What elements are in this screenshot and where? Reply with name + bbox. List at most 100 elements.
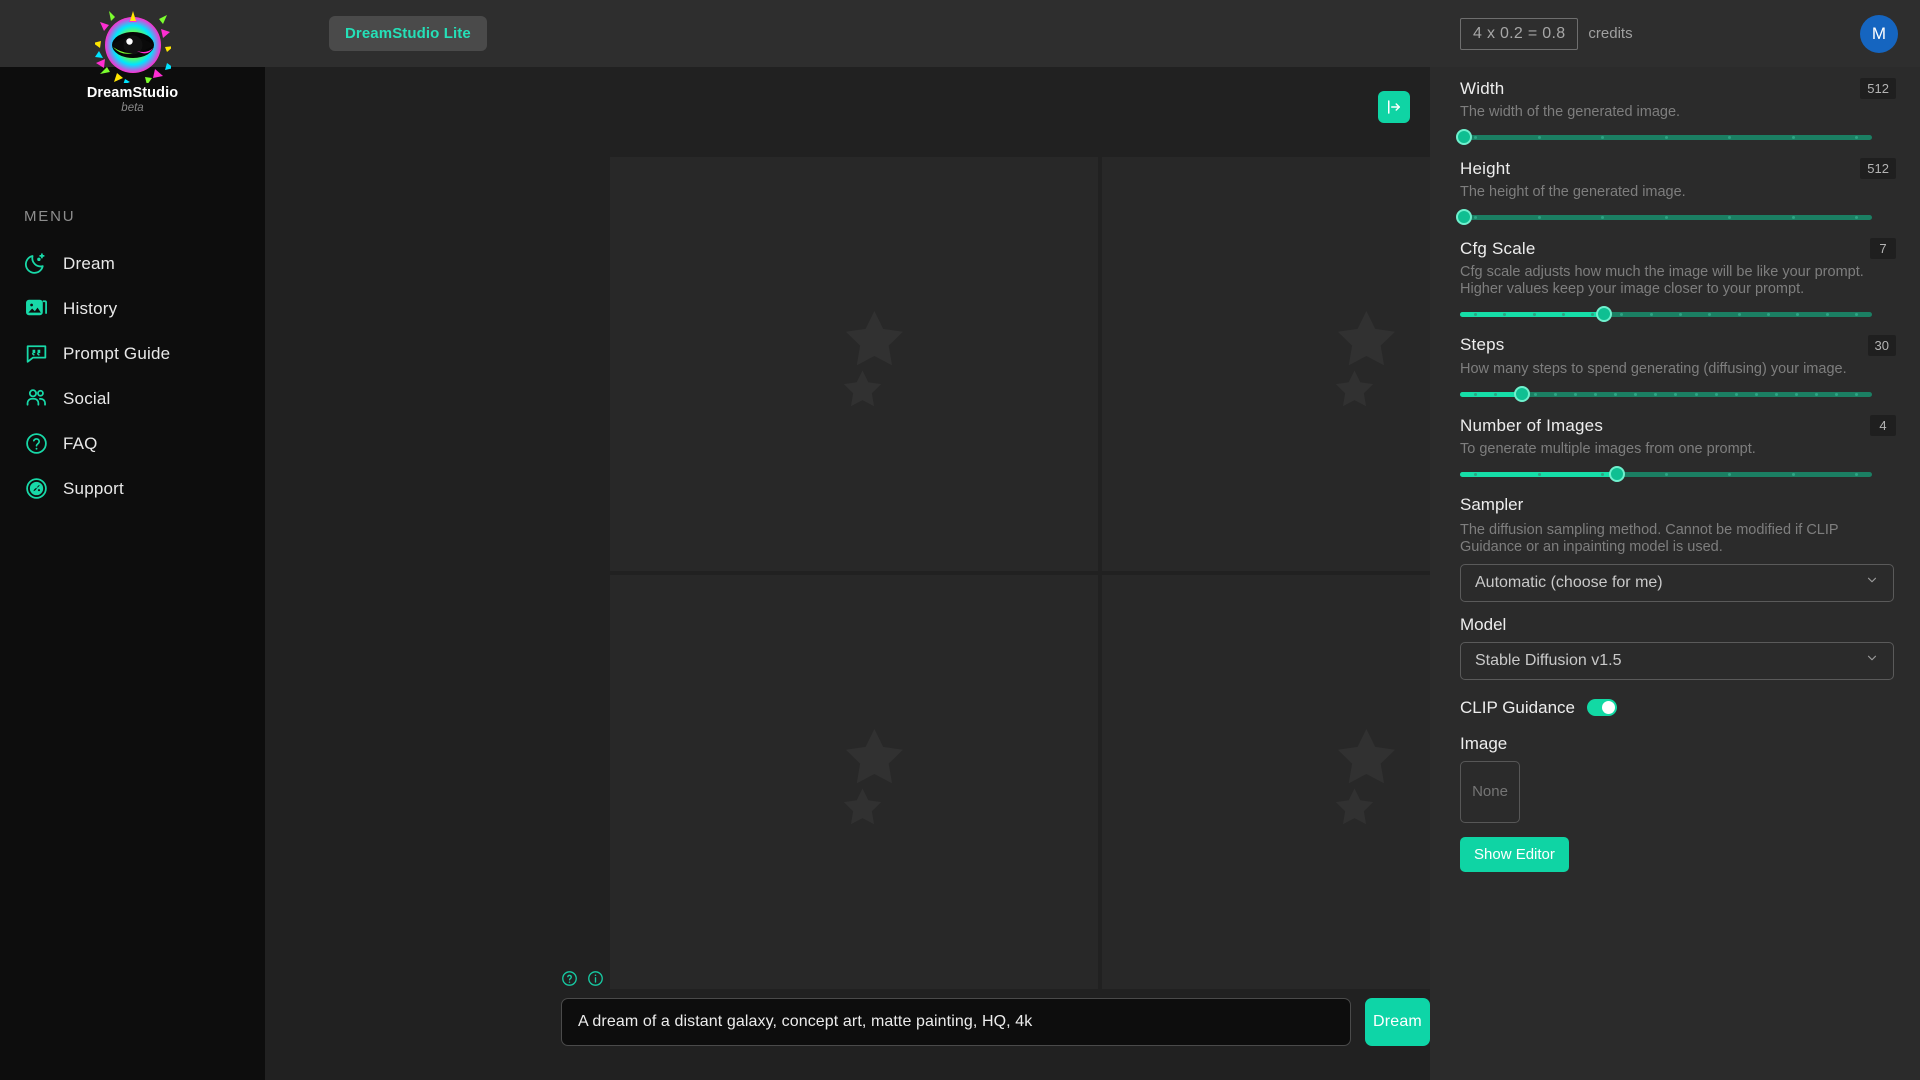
- setting-height: Height 512 The height of the generated i…: [1460, 158, 1896, 225]
- sidebar-item-prompt-guide[interactable]: Prompt Guide: [0, 331, 265, 376]
- sidebar-item-support[interactable]: Support: [0, 466, 265, 511]
- model-label: Model: [1460, 615, 1896, 635]
- sampler-select[interactable]: Automatic (choose for me): [1460, 564, 1894, 602]
- number-of-images-slider[interactable]: [1460, 466, 1872, 482]
- question-circle-icon: [24, 431, 49, 456]
- credits-label: credits: [1588, 25, 1632, 42]
- slider-ticks: [1460, 135, 1872, 140]
- settings-panel: 4 x 0.2 = 0.8 credits M Width 512 The wi…: [1430, 0, 1920, 1080]
- slider-ticks: [1460, 215, 1872, 220]
- setting-label: Cfg Scale: [1460, 239, 1536, 259]
- sidebar-item-label: Dream: [63, 254, 115, 274]
- sidebar: DreamStudio beta MENU Dream: [0, 0, 265, 1080]
- setting-cfg-scale: Cfg Scale 7 Cfg scale adjusts how much t…: [1460, 238, 1896, 321]
- setting-width: Width 512 The width of the generated ima…: [1460, 78, 1896, 145]
- app-root: DreamStudio beta MENU Dream: [0, 0, 1920, 1080]
- setting-number-of-images: Number of Images 4 To generate multiple …: [1460, 415, 1896, 482]
- moon-stars-placeholder-icon: [769, 695, 939, 870]
- dreamstudio-lite-pill[interactable]: DreamStudio Lite: [329, 16, 487, 51]
- dream-button[interactable]: Dream: [1365, 998, 1430, 1046]
- sidebar-item-faq[interactable]: FAQ: [0, 421, 265, 466]
- info-circle-icon[interactable]: [587, 970, 604, 987]
- slider-thumb[interactable]: [1456, 129, 1472, 145]
- show-editor-button[interactable]: Show Editor: [1460, 837, 1569, 872]
- setting-value-badge: 512: [1860, 158, 1896, 179]
- menu-heading: MENU: [24, 208, 265, 225]
- moon-stars-placeholder-icon: [769, 277, 939, 452]
- main-area: DreamStudio Lite: [265, 0, 1430, 1080]
- slider-thumb[interactable]: [1456, 209, 1472, 225]
- setting-description: The height of the generated image.: [1460, 184, 1870, 200]
- slider-ticks: [1460, 472, 1872, 477]
- model-selected-value: Stable Diffusion v1.5: [1475, 652, 1621, 670]
- prompt-bar: Dream: [561, 970, 1430, 1046]
- setting-value-badge: 7: [1870, 238, 1896, 259]
- credits-bar: 4 x 0.2 = 0.8 credits M: [1430, 0, 1920, 67]
- slider-thumb[interactable]: [1514, 386, 1530, 402]
- sidebar-item-social[interactable]: Social: [0, 376, 265, 421]
- image-stack-icon: [24, 296, 49, 321]
- image-label: Image: [1460, 734, 1896, 754]
- setting-description: How many steps to spend generating (diff…: [1460, 361, 1870, 377]
- sampler-selected-value: Automatic (choose for me): [1475, 574, 1663, 592]
- steps-slider[interactable]: [1460, 386, 1872, 402]
- brand-name: DreamStudio: [87, 85, 178, 101]
- prompt-input[interactable]: [561, 998, 1351, 1046]
- width-slider[interactable]: [1460, 129, 1872, 145]
- people-icon: [24, 386, 49, 411]
- moon-stars-placeholder-icon: [1261, 695, 1431, 870]
- image-canvas: Dream: [265, 67, 1430, 1080]
- sidebar-item-label: Social: [63, 389, 111, 409]
- setting-image: Image None Show Editor: [1460, 734, 1896, 872]
- setting-sampler: Sampler The diffusion sampling method. C…: [1460, 495, 1896, 601]
- setting-description: Cfg scale adjusts how much the image wil…: [1460, 264, 1870, 296]
- top-header-bar: DreamStudio Lite: [265, 0, 1430, 67]
- chevron-down-icon: [1865, 573, 1879, 592]
- sidebar-item-history[interactable]: History: [0, 286, 265, 331]
- rainbow-splatter-eye-logo-icon: [95, 7, 171, 83]
- setting-value-badge: 512: [1860, 78, 1896, 99]
- setting-label: Width: [1460, 79, 1504, 99]
- quote-bubble-icon: [24, 341, 49, 366]
- setting-description: The width of the generated image.: [1460, 104, 1870, 120]
- sampler-description: The diffusion sampling method. Cannot be…: [1460, 522, 1870, 554]
- toggle-knob: [1602, 701, 1615, 714]
- setting-clip-guidance: CLIP Guidance: [1460, 698, 1896, 718]
- sidebar-item-label: Prompt Guide: [63, 344, 170, 364]
- slider-thumb[interactable]: [1596, 306, 1612, 322]
- clip-guidance-toggle[interactable]: [1587, 699, 1617, 716]
- question-circle-icon[interactable]: [561, 970, 578, 987]
- setting-label: Height: [1460, 159, 1510, 179]
- avatar[interactable]: M: [1860, 15, 1898, 53]
- sidebar-item-dream[interactable]: Dream: [0, 241, 265, 286]
- setting-model: Model Stable Diffusion v1.5: [1460, 615, 1896, 680]
- setting-value-badge: 4: [1870, 415, 1896, 436]
- moon-stars-placeholder-icon: [1261, 277, 1431, 452]
- model-select[interactable]: Stable Diffusion v1.5: [1460, 642, 1894, 680]
- moon-sparkle-icon: [24, 251, 49, 276]
- image-dropzone[interactable]: None: [1460, 761, 1520, 823]
- prompt-help-icons: [561, 970, 1430, 987]
- slider-thumb[interactable]: [1609, 466, 1625, 482]
- sidebar-item-label: History: [63, 299, 117, 319]
- setting-description: To generate multiple images from one pro…: [1460, 441, 1870, 457]
- chevron-down-icon: [1865, 651, 1879, 670]
- sidebar-item-label: FAQ: [63, 434, 98, 454]
- credits-cost-value: 4 x 0.2 = 0.8: [1460, 18, 1578, 50]
- image-tile[interactable]: [610, 575, 1098, 989]
- sidebar-item-label: Support: [63, 479, 124, 499]
- brand-beta-label: beta: [121, 102, 143, 114]
- cfg-scale-slider[interactable]: [1460, 306, 1872, 322]
- setting-steps: Steps 30 How many steps to spend generat…: [1460, 335, 1896, 402]
- image-tile[interactable]: [610, 157, 1098, 571]
- setting-label: Number of Images: [1460, 416, 1603, 436]
- height-slider[interactable]: [1460, 209, 1872, 225]
- slider-ticks: [1460, 312, 1872, 317]
- sampler-label: Sampler: [1460, 495, 1896, 515]
- collapse-panel-right-icon[interactable]: [1378, 91, 1410, 123]
- sidebar-nav: Dream History: [0, 241, 265, 511]
- clip-guidance-label: CLIP Guidance: [1460, 698, 1575, 718]
- support-badge-icon: [24, 476, 49, 501]
- setting-value-badge: 30: [1868, 335, 1896, 356]
- setting-label: Steps: [1460, 335, 1504, 355]
